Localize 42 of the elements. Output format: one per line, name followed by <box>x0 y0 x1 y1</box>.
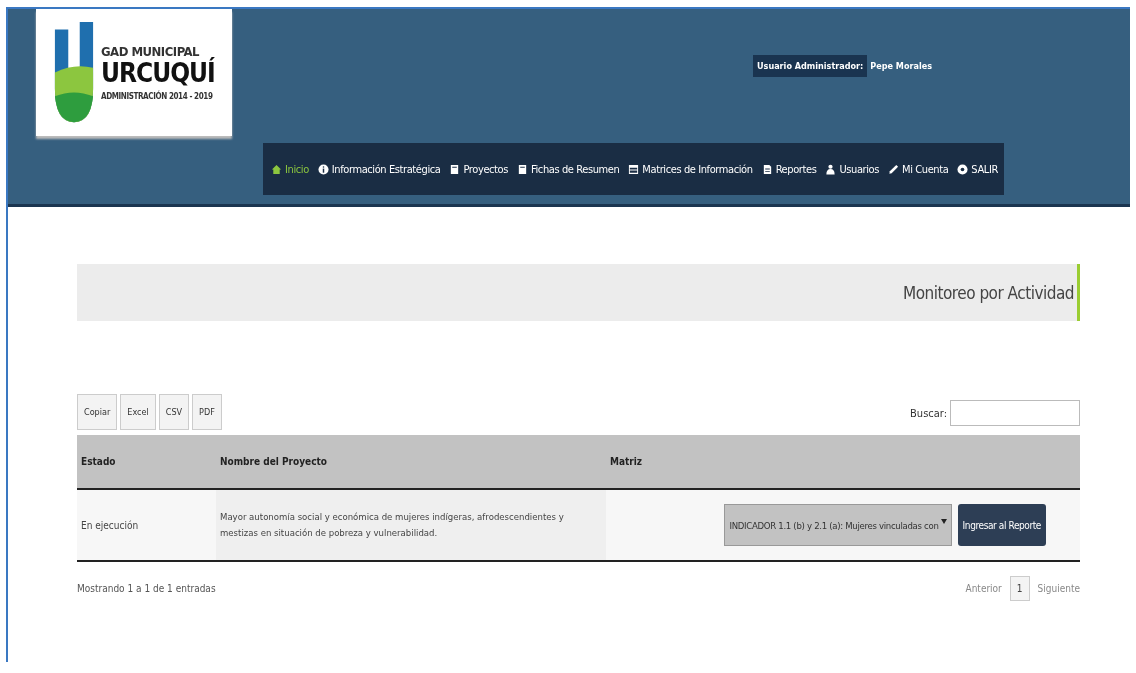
previous-link[interactable]: Anterior <box>965 583 1002 594</box>
nav-link[interactable]: Usuarios <box>825 162 879 176</box>
entries-info: Mostrando 1 a 1 de 1 entradas <box>77 583 216 594</box>
export-button[interactable]: Excel <box>120 394 156 430</box>
nav-link[interactable]: Inicio <box>271 162 309 176</box>
gear-icon <box>957 163 969 175</box>
home-icon <box>271 163 282 175</box>
nav-link[interactable]: Proyectos <box>449 162 508 176</box>
doc-icon <box>761 163 773 175</box>
logo-title: URCUQUÍ <box>101 59 215 88</box>
logo-caption: ADMINISTRACIÓN 2014 - 2019 <box>101 91 214 101</box>
user-role-label: Usuario Administrador: <box>753 55 868 77</box>
column-header[interactable]: Matriz <box>606 435 1080 489</box>
column-header[interactable]: Estado <box>77 435 216 489</box>
panel-title: Monitoreo por Actividad <box>903 282 1074 303</box>
nav-link[interactable]: Fichas de Resumen <box>517 162 620 176</box>
book-icon <box>517 163 528 175</box>
nav-link[interactable]: Matrices de Información <box>628 162 753 176</box>
next-link[interactable]: Siguiente <box>1037 583 1080 594</box>
report-button[interactable]: Ingresar al Reporte <box>957 504 1046 546</box>
user-name: Pepe Morales <box>869 61 933 71</box>
table-cell: Mayor autonomía social y económica de mujeres indígeras, afrodescendientes y mestizas en situación de pobreza y vulnerabilidad. <box>216 489 606 561</box>
export-button[interactable]: Copiar <box>77 394 118 430</box>
nav-link[interactable]: Información Estratégica <box>317 162 441 176</box>
pencil-icon <box>888 163 899 175</box>
nav-link[interactable]: Reportes <box>761 162 817 176</box>
table-icon <box>628 163 640 175</box>
nav-link[interactable]: SALIR <box>957 162 998 176</box>
info-icon <box>317 163 329 175</box>
book-icon <box>449 163 461 175</box>
export-button[interactable]: CSV <box>158 394 190 430</box>
search-label: Buscar: <box>910 406 947 420</box>
matrix-dropdown[interactable]: INDICADOR 1.1 (b) y 2.1 (a): Mujeres vinculadas con <box>724 504 952 546</box>
table-cell: En ejecución <box>77 489 216 561</box>
column-header[interactable]: Nombre del Proyecto <box>216 435 606 489</box>
search-field[interactable] <box>950 400 1080 426</box>
nav-link[interactable]: Mi Cuenta <box>888 162 949 176</box>
export-button[interactable]: PDF <box>192 394 222 430</box>
logo-subtitle: GAD MUNICIPAL <box>101 44 199 60</box>
page-link[interactable]: 1 <box>1009 576 1030 601</box>
user-icon <box>825 163 837 175</box>
caret-icon <box>940 518 947 524</box>
